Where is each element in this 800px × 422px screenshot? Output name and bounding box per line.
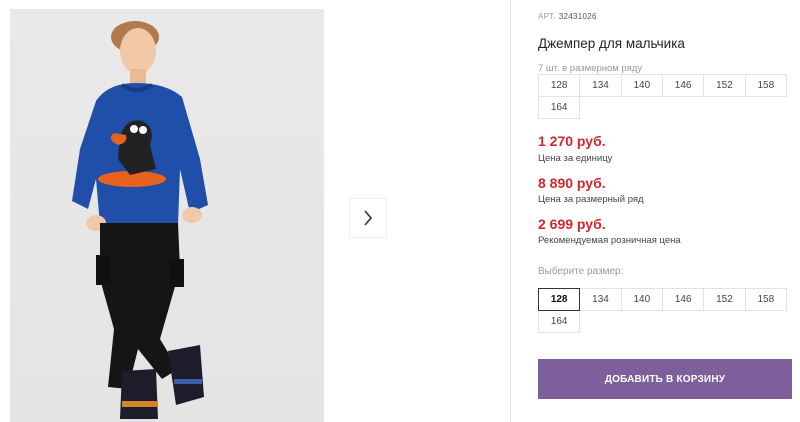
pack-size-cell: 152 [703,74,746,97]
panel-divider [510,0,511,422]
pack-price-label: Цена за размерный ряд [538,194,644,205]
product-title: Джемпер для мальчика [538,36,685,51]
pack-size-grid: 128 134 140 146 152 158 164 [538,74,792,119]
size-option-164[interactable]: 164 [538,310,581,333]
pack-size-cell: 164 [538,96,581,119]
gallery-next-button[interactable] [349,198,387,238]
size-option-134[interactable]: 134 [579,288,622,311]
sku: АРТ. 32431026 [538,12,597,21]
size-option-146[interactable]: 146 [661,288,705,311]
sku-label: АРТ. [538,12,556,21]
pack-size-cell: 146 [661,74,705,97]
product-photo [10,9,324,422]
pack-size-cell: 128 [538,74,581,97]
retail-price-label: Рекомендуемая розничная цена [538,235,681,246]
pack-note: 7 шт. в размерном ряду [538,63,643,74]
pack-size-cell: 140 [620,74,663,97]
size-option-128[interactable]: 128 [538,288,581,311]
pack-price: 8 890 руб. [538,175,606,191]
pack-size-cell: 134 [579,74,622,97]
size-option-140[interactable]: 140 [620,288,663,311]
sku-number: 32431026 [558,12,597,21]
size-option-158[interactable]: 158 [744,288,787,311]
boy-model-illustration [72,21,208,419]
choose-size-label: Выберите размер: [538,266,624,277]
size-selector: 128 134 140 146 152 158 164 [538,288,792,333]
size-option-152[interactable]: 152 [703,288,746,311]
product-gallery [0,0,510,422]
retail-price: 2 699 руб. [538,216,606,232]
unit-price: 1 270 руб. [538,133,606,149]
unit-price-label: Цена за единицу [538,153,613,164]
add-to-cart-button[interactable]: ДОБАВИТЬ В КОРЗИНУ [538,359,792,399]
pack-size-cell: 158 [744,74,787,97]
chevron-right-icon [364,210,373,226]
